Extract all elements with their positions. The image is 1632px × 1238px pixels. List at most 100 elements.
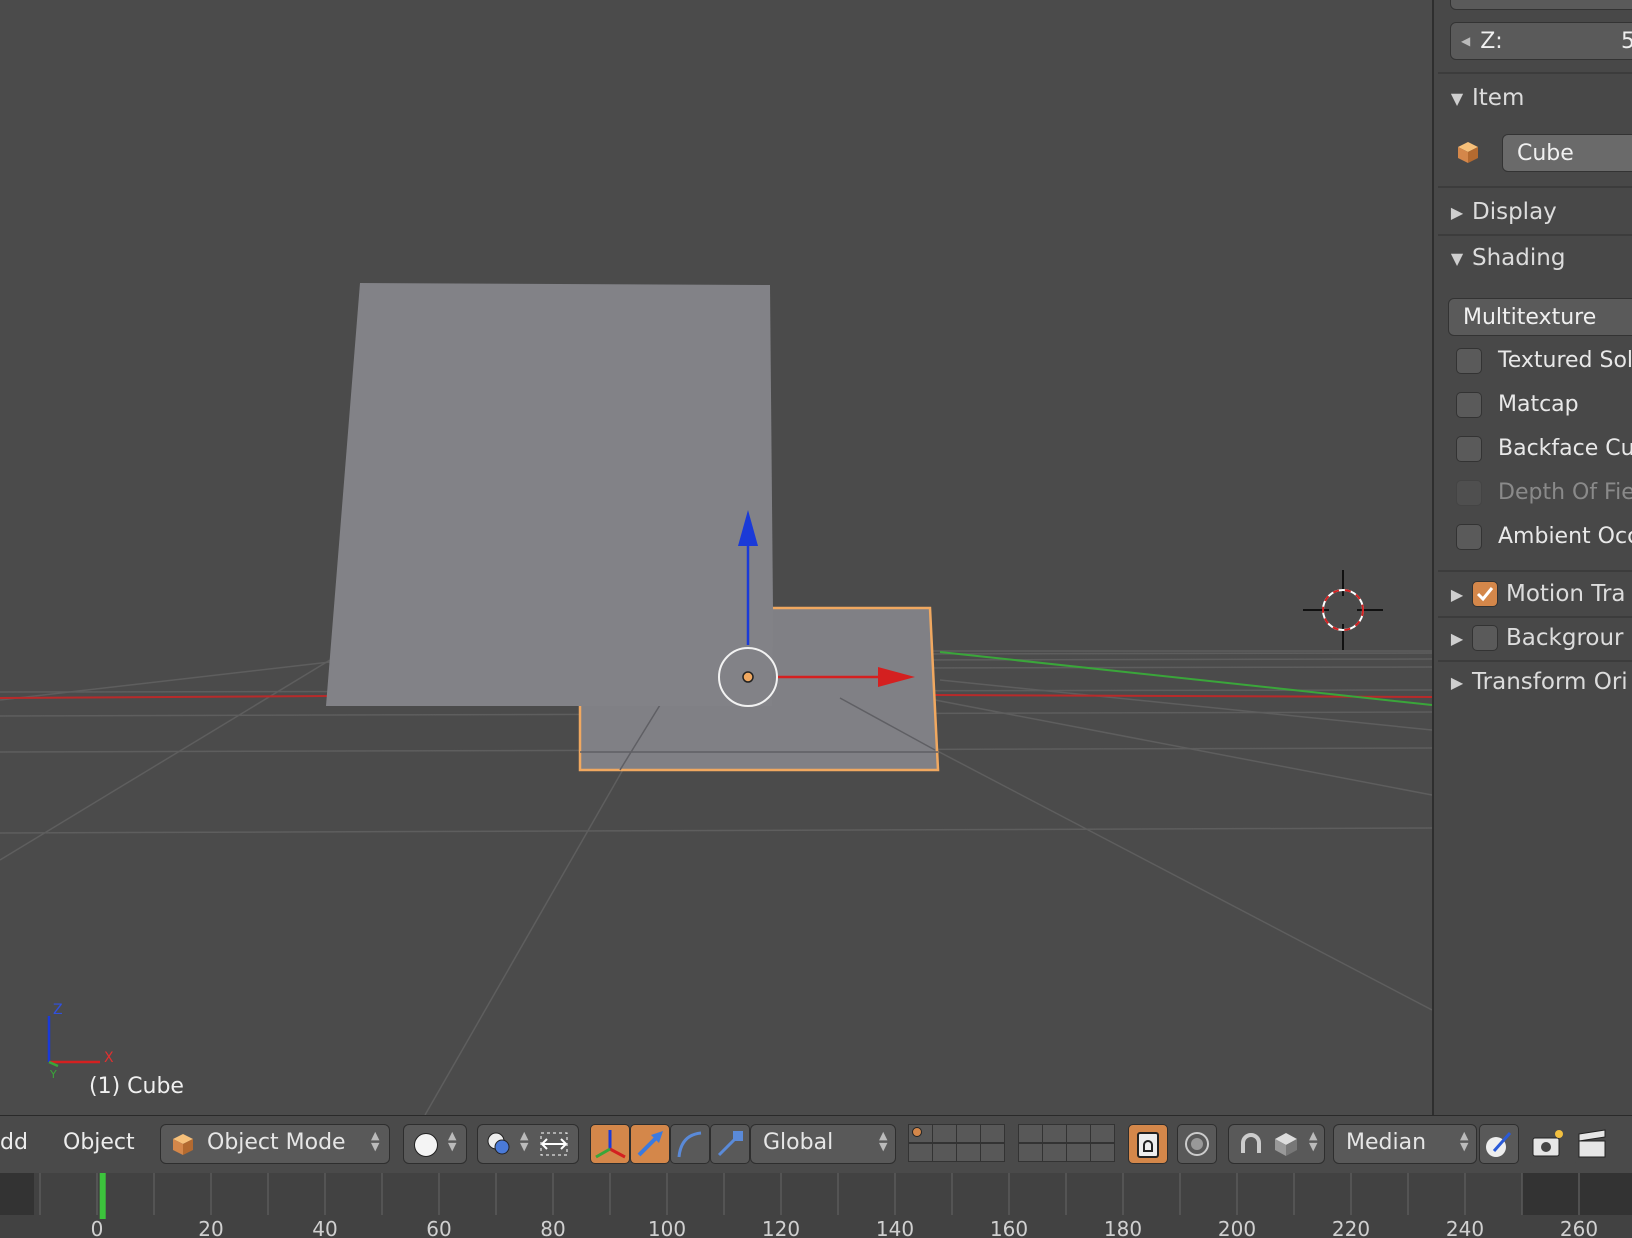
timeline-tick-label: 100 — [647, 1217, 687, 1238]
z-location-field[interactable]: ◀ Z: 5 — [1450, 22, 1632, 60]
timeline-tick-label: 200 — [1217, 1217, 1257, 1238]
expand-icon: ▶ — [1450, 628, 1464, 648]
proportional-icon — [1185, 1132, 1209, 1156]
current-frame-indicator — [99, 1173, 106, 1219]
mode-dropdown[interactable]: Object Mode ▲ ▼ — [160, 1124, 390, 1164]
axis-z-label: Z — [53, 1002, 63, 1018]
item-header[interactable]: ▼ Item — [1434, 78, 1632, 118]
updown-icon: ▲ ▼ — [448, 1129, 457, 1153]
shading-header[interactable]: ▼ Shading — [1434, 238, 1632, 278]
layer-button[interactable] — [956, 1124, 981, 1143]
textured-solid-label: Textured Soli — [1498, 348, 1632, 373]
scene-layers[interactable] — [908, 1124, 1005, 1164]
updown-icon: ▲ ▼ — [1309, 1129, 1318, 1153]
collapse-icon: ▼ — [1450, 248, 1464, 268]
view3d-header: dd Object Object Mode ▲ ▼ ▲ ▼ ▲ ▼ Global ▲ ▼ — [0, 1115, 1632, 1175]
transform-orientations-header[interactable]: ▶ Transform Ori — [1434, 662, 1632, 702]
active-object-label: (1) Cube — [89, 1074, 184, 1099]
timeline-tick-label: 220 — [1331, 1217, 1371, 1238]
mode-label: Object Mode — [207, 1130, 346, 1155]
updown-icon: ▲ ▼ — [879, 1129, 888, 1153]
translate-manipulator-button[interactable] — [630, 1124, 670, 1164]
magnet-icon — [1237, 1131, 1265, 1161]
scale-icon — [717, 1131, 743, 1157]
timeline-canvas — [0, 1173, 1632, 1219]
background-images-checkbox[interactable] — [1472, 625, 1498, 651]
timeline[interactable]: 0 20 40 60 80 100 120 140 160 180 200 220 240 260 — [0, 1173, 1632, 1238]
lock-camera-layers-button[interactable] — [1128, 1124, 1168, 1164]
layer-button[interactable] — [908, 1143, 933, 1162]
layer-button[interactable] — [1042, 1143, 1067, 1162]
depth-of-field-checkbox — [1456, 480, 1482, 506]
snap-target-dropdown[interactable]: Median ▲ ▼ — [1333, 1124, 1477, 1164]
background-images-header[interactable]: ▶ Backgrour — [1434, 618, 1632, 658]
cube-icon — [1456, 140, 1480, 164]
timeline-tick-label: 260 — [1559, 1217, 1599, 1238]
layer-button[interactable] — [932, 1143, 957, 1162]
timeline-tick-label: 160 — [989, 1217, 1029, 1238]
ambient-occlusion-label: Ambient Occ — [1498, 524, 1632, 549]
expand-icon: ▶ — [1450, 584, 1464, 604]
timeline-tick-label: 60 — [426, 1217, 452, 1238]
object-menu[interactable]: Object — [63, 1130, 135, 1155]
viewport-shading-dropdown[interactable]: ▲ ▼ — [403, 1124, 467, 1164]
layer-button[interactable] — [980, 1124, 1005, 1143]
y-location-field[interactable]: ◀ Y: — [1450, 0, 1632, 10]
backface-culling-checkbox[interactable] — [1456, 436, 1482, 462]
3d-viewport[interactable]: Z X Y (1) Cube — [0, 0, 1432, 1115]
3d-cursor — [1303, 570, 1383, 650]
layer-button[interactable] — [1090, 1124, 1115, 1143]
textured-solid-checkbox[interactable] — [1456, 348, 1482, 374]
layer-button[interactable] — [932, 1124, 957, 1143]
display-header[interactable]: ▶ Display — [1434, 192, 1632, 232]
timeline-tick-label: 120 — [761, 1217, 801, 1238]
pivot-point-dropdown[interactable]: ▲ ▼ — [477, 1124, 579, 1164]
layer-button[interactable] — [1090, 1143, 1115, 1162]
arc-icon — [677, 1131, 702, 1158]
clapperboard-icon — [1578, 1129, 1606, 1158]
scale-manipulator-button[interactable] — [710, 1124, 750, 1164]
add-menu[interactable]: dd — [0, 1130, 28, 1155]
proportional-editing-button[interactable] — [1177, 1124, 1217, 1164]
scene-layers-2[interactable] — [1018, 1124, 1115, 1164]
transform-orientation-dropdown[interactable]: Global ▲ ▼ — [750, 1124, 896, 1164]
active-layer-dot-icon — [912, 1127, 922, 1137]
layer-button[interactable] — [1018, 1143, 1043, 1162]
layer-button[interactable] — [1018, 1124, 1043, 1143]
solid-sphere-icon — [414, 1133, 438, 1157]
timeline-tick-label: 180 — [1103, 1217, 1143, 1238]
axis-x-label: X — [104, 1050, 114, 1066]
motion-tracking-checkbox[interactable] — [1472, 581, 1498, 607]
layer-button[interactable] — [1066, 1124, 1091, 1143]
timeline-tick-label: 20 — [198, 1217, 224, 1238]
updown-icon: ▲ ▼ — [520, 1129, 529, 1153]
snap-group[interactable]: ▲ ▼ — [1228, 1124, 1325, 1164]
axis-y-label: Y — [49, 1068, 57, 1081]
timeline-tick-label: 240 — [1445, 1217, 1485, 1238]
snap-element-icon — [1273, 1131, 1299, 1161]
motion-tracking-header[interactable]: ▶ Motion Tra — [1434, 574, 1632, 614]
layer-button[interactable] — [1066, 1143, 1091, 1162]
layer-button[interactable] — [956, 1143, 981, 1162]
object-name-field[interactable]: Cube — [1502, 134, 1632, 172]
axes-icon — [595, 1130, 626, 1159]
updown-icon: ▲ ▼ — [1460, 1129, 1469, 1153]
updown-icon: ▲ ▼ — [371, 1129, 380, 1153]
opengl-render-button[interactable] — [1527, 1124, 1567, 1164]
layer-button[interactable] — [980, 1143, 1005, 1162]
backface-culling-label: Backface Cul — [1498, 436, 1632, 461]
rotate-manipulator-button[interactable] — [670, 1124, 710, 1164]
layer-button[interactable] — [1042, 1124, 1067, 1143]
ambient-occlusion-checkbox[interactable] — [1456, 524, 1482, 550]
opengl-render-animation-button[interactable] — [1572, 1124, 1612, 1164]
expand-icon: ▶ — [1450, 202, 1464, 222]
grease-pencil-button[interactable] — [1479, 1124, 1519, 1164]
manipulate-center-icon — [538, 1130, 570, 1162]
shading-mode-dropdown[interactable]: Multitexture — [1448, 298, 1632, 336]
pivot-icon — [486, 1131, 514, 1161]
properties-panel: ◀ Y: ◀ Z: 5 ▼ Item Cube ▶ Display ▼ Shad… — [1432, 0, 1632, 1115]
manipulator-toggle-button[interactable] — [590, 1124, 630, 1164]
matcap-checkbox[interactable] — [1456, 392, 1482, 418]
collapse-icon: ▼ — [1450, 88, 1464, 108]
expand-icon: ▶ — [1450, 672, 1464, 692]
